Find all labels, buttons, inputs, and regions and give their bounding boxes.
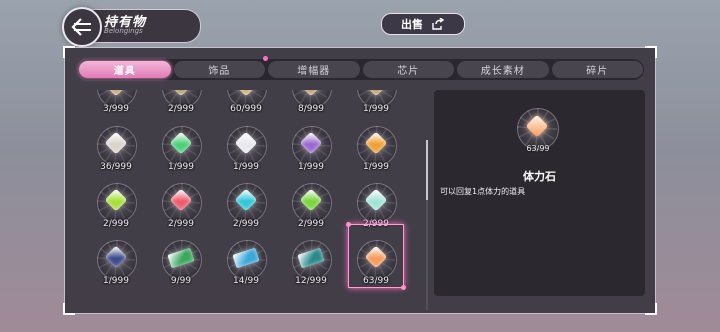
inventory-item[interactable]: 1/999 bbox=[221, 122, 271, 172]
inventory-item[interactable]: 1/999 bbox=[91, 236, 141, 286]
inventory-item[interactable]: 1/999 bbox=[156, 122, 206, 172]
inventory-item[interactable]: 2/999 bbox=[156, 90, 206, 114]
tab-label: 成长素材 bbox=[480, 66, 525, 77]
inventory-item[interactable]: 2/999 bbox=[286, 179, 336, 229]
item-count: 1/999 bbox=[103, 276, 129, 286]
item-count: 1/999 bbox=[233, 162, 259, 172]
tab-label: 增幅器 bbox=[297, 66, 331, 77]
item-count: 2/999 bbox=[103, 219, 129, 229]
panel-corner bbox=[645, 303, 657, 315]
tab-label: 芯片 bbox=[397, 66, 420, 77]
item-count: 2/999 bbox=[233, 219, 259, 229]
export-icon bbox=[432, 18, 445, 30]
tab-0[interactable]: 道具 bbox=[79, 61, 171, 78]
inventory-item[interactable]: 60/999 bbox=[221, 90, 271, 114]
item-count: 3/999 bbox=[103, 104, 129, 114]
tab-label: 道具 bbox=[113, 66, 136, 77]
inventory-item[interactable]: 2/999 bbox=[351, 179, 401, 229]
inventory-item[interactable]: 1/999 bbox=[286, 122, 336, 172]
item-count: 36/999 bbox=[100, 162, 132, 172]
inventory-item[interactable]: 36/999 bbox=[91, 122, 141, 172]
panel-corner bbox=[63, 303, 75, 315]
item-detail-panel: 63/99 体力石 可以回复1点体力的道具 bbox=[434, 90, 645, 296]
page-subtitle: Belongings bbox=[104, 27, 143, 35]
inventory-item[interactable]: 3/999 bbox=[91, 90, 141, 114]
tab-4[interactable]: 成长素材 bbox=[457, 61, 549, 78]
scroll-thumb[interactable] bbox=[426, 140, 428, 200]
item-count: 2/999 bbox=[168, 219, 194, 229]
tab-label: 饰品 bbox=[208, 66, 231, 77]
item-count: 1/999 bbox=[363, 162, 389, 172]
item-count: 1/999 bbox=[168, 162, 194, 172]
inventory-item[interactable]: 14/99 bbox=[221, 236, 271, 286]
detail-item-name: 体力石 bbox=[523, 170, 556, 183]
inventory-panel: 道具 饰品 增幅器 芯片 成长素材 碎片 3/999 2/999 60/999 8/999 1/9… bbox=[63, 46, 657, 315]
sell-button[interactable]: 出售 bbox=[381, 13, 465, 35]
item-count: 14/99 bbox=[233, 276, 259, 286]
item-count: 8/999 bbox=[298, 104, 324, 114]
inventory-item[interactable]: 2/999 bbox=[221, 179, 271, 229]
inventory-item[interactable]: 12/999 bbox=[286, 236, 336, 286]
left-arrow-icon bbox=[71, 18, 91, 36]
panel-corner bbox=[645, 46, 657, 58]
sell-label: 出售 bbox=[401, 18, 423, 31]
inventory-item[interactable]: 9/99 bbox=[156, 236, 206, 286]
panel-corner bbox=[63, 46, 75, 58]
item-count: 60/999 bbox=[230, 104, 262, 114]
item-count: 12/999 bbox=[295, 276, 327, 286]
inventory-item[interactable]: 1/999 bbox=[351, 122, 401, 172]
detail-item-icon: 63/99 bbox=[517, 108, 561, 153]
item-grid: 3/999 2/999 60/999 8/999 1/999 36/999 1/999 1/9… bbox=[85, 90, 425, 313]
tab-5[interactable]: 碎片 bbox=[551, 61, 643, 78]
tab-1[interactable]: 饰品 bbox=[173, 56, 268, 78]
tab-2[interactable]: 增幅器 bbox=[268, 61, 360, 78]
inventory-item[interactable]: 8/999 bbox=[286, 90, 336, 114]
item-count: 9/99 bbox=[170, 276, 192, 286]
tab-label: 碎片 bbox=[586, 66, 609, 77]
detail-item-count: 63/99 bbox=[526, 144, 550, 153]
inventory-item[interactable]: 63/99 bbox=[346, 222, 406, 290]
back-button[interactable] bbox=[62, 7, 102, 47]
tab-3[interactable]: 芯片 bbox=[362, 61, 454, 78]
item-count: 2/999 bbox=[298, 219, 324, 229]
detail-item-description: 可以回复1点体力的道具 bbox=[440, 187, 526, 196]
item-count: 63/99 bbox=[363, 276, 389, 286]
grid-scrollbar[interactable] bbox=[426, 140, 428, 310]
notification-dot bbox=[263, 56, 268, 61]
inventory-item[interactable]: 2/999 bbox=[91, 179, 141, 229]
item-count: 1/999 bbox=[363, 104, 389, 114]
item-count: 1/999 bbox=[298, 162, 324, 172]
item-count: 2/999 bbox=[168, 104, 194, 114]
inventory-item[interactable]: 2/999 bbox=[156, 179, 206, 229]
inventory-item[interactable]: 1/999 bbox=[351, 90, 401, 114]
category-tab-bar: 道具 饰品 增幅器 芯片 成长素材 碎片 bbox=[78, 56, 644, 80]
